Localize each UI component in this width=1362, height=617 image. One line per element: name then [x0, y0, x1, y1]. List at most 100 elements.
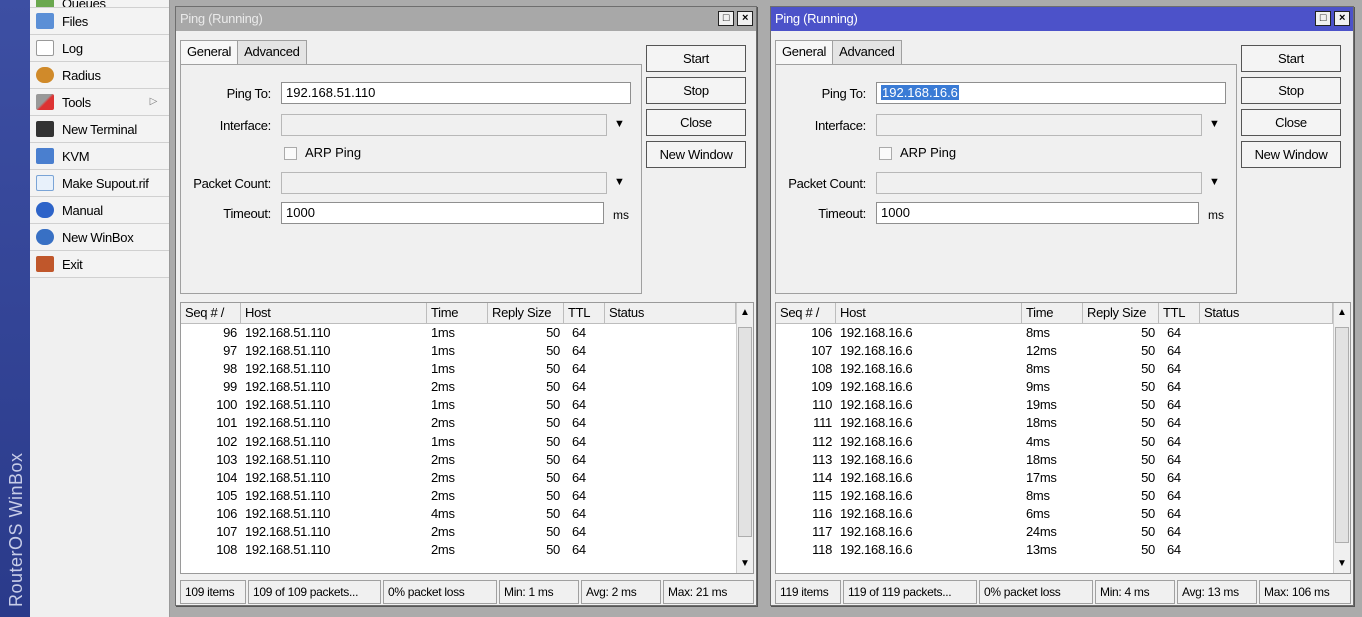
table-row[interactable]: 114 192.168.16.6 17ms 50 64 [776, 469, 1350, 487]
scroll-down-icon[interactable]: ▼ [740, 558, 750, 569]
tab-advanced[interactable]: Advanced [832, 40, 902, 64]
vertical-scrollbar[interactable]: ▲ ▼ [736, 303, 753, 573]
scroll-up-icon[interactable]: ▲ [740, 307, 750, 318]
table-row[interactable]: 110 192.168.16.6 19ms 50 64 [776, 396, 1350, 414]
vertical-scrollbar[interactable]: ▲ ▼ [1333, 303, 1350, 573]
cell-host: 192.168.16.6 [840, 397, 913, 413]
dropdown-arrow-icon[interactable]: ▼ [1209, 176, 1220, 188]
maximize-icon[interactable]: □ [1315, 11, 1331, 26]
new-window-button[interactable]: New Window [646, 141, 746, 168]
interface-select[interactable] [876, 114, 1202, 136]
winbox-brand-bar: RouterOS WinBox [0, 0, 30, 617]
start-button[interactable]: Start [646, 45, 746, 72]
interface-select[interactable] [281, 114, 607, 136]
dropdown-arrow-icon[interactable]: ▼ [614, 118, 625, 130]
menu-item-make-supout[interactable]: Make Supout.rif [30, 170, 169, 197]
table-row[interactable]: 108 192.168.51.110 2ms 50 64 [181, 541, 753, 559]
col-host[interactable]: Host [241, 303, 427, 323]
table-row[interactable]: 107 192.168.51.110 2ms 50 64 [181, 523, 753, 541]
table-row[interactable]: 104 192.168.51.110 2ms 50 64 [181, 469, 753, 487]
table-row[interactable]: 108 192.168.16.6 8ms 50 64 [776, 360, 1350, 378]
table-row[interactable]: 106 192.168.16.6 8ms 50 64 [776, 324, 1350, 342]
col-reply-size[interactable]: Reply Size [1083, 303, 1159, 323]
col-status[interactable]: Status [605, 303, 736, 323]
table-row[interactable]: 101 192.168.51.110 2ms 50 64 [181, 414, 753, 432]
stop-button[interactable]: Stop [1241, 77, 1341, 104]
supout-icon [36, 175, 54, 191]
table-row[interactable]: 99 192.168.51.110 2ms 50 64 [181, 378, 753, 396]
cell-host: 192.168.51.110 [245, 397, 331, 413]
scroll-down-icon[interactable]: ▼ [1337, 558, 1347, 569]
col-seq[interactable]: Seq # / [181, 303, 241, 323]
dropdown-arrow-icon[interactable]: ▼ [614, 176, 625, 188]
close-icon[interactable]: × [737, 11, 753, 26]
close-button[interactable]: Close [1241, 109, 1341, 136]
ping-window-2: Ping (Running) □ × General Advanced Ping… [770, 6, 1354, 606]
menu-item-queues[interactable]: Queues [30, 0, 169, 8]
packet-count-label: Packet Count: [193, 176, 271, 191]
status-avg: Avg: 13 ms [1177, 580, 1257, 604]
table-row[interactable]: 103 192.168.51.110 2ms 50 64 [181, 451, 753, 469]
menu-item-manual[interactable]: Manual [30, 197, 169, 224]
col-ttl[interactable]: TTL [1159, 303, 1200, 323]
table-row[interactable]: 100 192.168.51.110 1ms 50 64 [181, 396, 753, 414]
timeout-input[interactable]: 1000 [876, 202, 1199, 224]
packet-count-select[interactable] [876, 172, 1202, 194]
dropdown-arrow-icon[interactable]: ▼ [1209, 118, 1220, 130]
table-row[interactable]: 97 192.168.51.110 1ms 50 64 [181, 342, 753, 360]
menu-item-new-terminal[interactable]: New Terminal [30, 116, 169, 143]
cell-host: 192.168.51.110 [245, 433, 331, 449]
menu-item-log[interactable]: Log [30, 35, 169, 62]
scroll-up-icon[interactable]: ▲ [1337, 307, 1347, 318]
stop-button[interactable]: Stop [646, 77, 746, 104]
table-row[interactable]: 111 192.168.16.6 18ms 50 64 [776, 414, 1350, 432]
table-row[interactable]: 105 192.168.51.110 2ms 50 64 [181, 487, 753, 505]
packet-count-select[interactable] [281, 172, 607, 194]
timeout-input[interactable]: 1000 [281, 202, 604, 224]
table-row[interactable]: 106 192.168.51.110 4ms 50 64 [181, 505, 753, 523]
close-button[interactable]: Close [646, 109, 746, 136]
ping-to-input[interactable]: 192.168.16.6 [876, 82, 1226, 104]
tab-general[interactable]: General [180, 40, 239, 66]
scroll-thumb[interactable] [738, 327, 752, 537]
maximize-icon[interactable]: □ [718, 11, 734, 26]
col-time[interactable]: Time [1022, 303, 1083, 323]
menu-item-kvm[interactable]: KVM [30, 143, 169, 170]
table-row[interactable]: 96 192.168.51.110 1ms 50 64 [181, 324, 753, 342]
table-row[interactable]: 98 192.168.51.110 1ms 50 64 [181, 360, 753, 378]
arp-ping-checkbox[interactable] [284, 147, 297, 160]
cell-ttl: 64 [572, 397, 586, 413]
ping-to-input[interactable]: 192.168.51.110 [281, 82, 631, 104]
col-time[interactable]: Time [427, 303, 488, 323]
col-ttl[interactable]: TTL [564, 303, 605, 323]
table-row[interactable]: 118 192.168.16.6 13ms 50 64 [776, 541, 1350, 559]
table-row[interactable]: 109 192.168.16.6 9ms 50 64 [776, 378, 1350, 396]
table-row[interactable]: 116 192.168.16.6 6ms 50 64 [776, 505, 1350, 523]
new-window-button[interactable]: New Window [1241, 141, 1341, 168]
table-row[interactable]: 112 192.168.16.6 4ms 50 64 [776, 433, 1350, 451]
window-titlebar[interactable]: Ping (Running) □ × [176, 7, 756, 31]
col-seq[interactable]: Seq # / [776, 303, 836, 323]
menu-item-radius[interactable]: Radius [30, 62, 169, 89]
window-titlebar[interactable]: Ping (Running) □ × [771, 7, 1353, 31]
tab-general[interactable]: General [775, 40, 834, 66]
start-button[interactable]: Start [1241, 45, 1341, 72]
tab-advanced[interactable]: Advanced [237, 40, 307, 64]
arp-ping-checkbox[interactable] [879, 147, 892, 160]
menu-item-new-winbox[interactable]: New WinBox [30, 224, 169, 251]
menu-item-tools[interactable]: Tools ▷ [30, 89, 169, 116]
table-row[interactable]: 107 192.168.16.6 12ms 50 64 [776, 342, 1350, 360]
table-row[interactable]: 115 192.168.16.6 8ms 50 64 [776, 487, 1350, 505]
table-row[interactable]: 102 192.168.51.110 1ms 50 64 [181, 433, 753, 451]
menu-item-exit[interactable]: Exit [30, 251, 169, 278]
table-row[interactable]: 117 192.168.16.6 24ms 50 64 [776, 523, 1350, 541]
menu-item-files[interactable]: Files [30, 8, 169, 35]
col-host[interactable]: Host [836, 303, 1022, 323]
col-status[interactable]: Status [1200, 303, 1333, 323]
col-reply-size[interactable]: Reply Size [488, 303, 564, 323]
table-row[interactable]: 113 192.168.16.6 18ms 50 64 [776, 451, 1350, 469]
cell-ttl: 64 [572, 451, 586, 467]
scroll-thumb[interactable] [1335, 327, 1349, 543]
close-icon[interactable]: × [1334, 11, 1350, 26]
cell-ttl: 64 [1167, 469, 1181, 485]
